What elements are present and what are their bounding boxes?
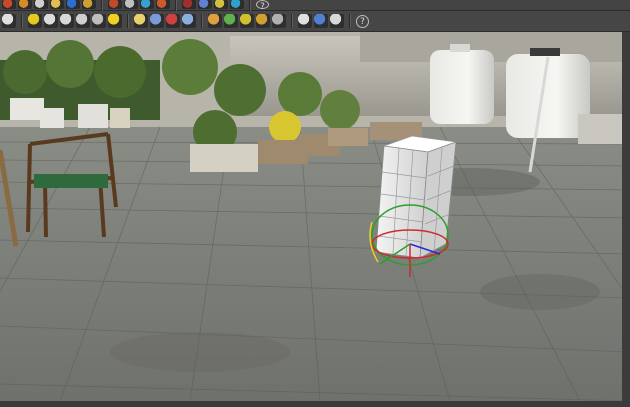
toolbar-separator (291, 14, 293, 28)
help-icon[interactable]: ? (356, 14, 369, 28)
toolbar-separator (127, 14, 129, 28)
sphere-icon[interactable] (44, 14, 58, 28)
main-toolbar: ? (0, 11, 630, 32)
curve-editor-icon[interactable] (298, 14, 312, 28)
material-editor-icon[interactable] (208, 14, 222, 28)
help-icon[interactable]: ? (256, 0, 269, 12)
helper-icon[interactable] (150, 14, 164, 28)
toolbar-separator (349, 14, 351, 28)
top-toolbar: ? (0, 0, 630, 12)
select-object-icon[interactable] (66, 0, 80, 9)
bench (578, 114, 624, 144)
cone-icon[interactable] (92, 14, 106, 28)
rectangular-selection-icon[interactable] (108, 0, 122, 9)
building-top (360, 32, 630, 62)
scale-icon[interactable] (156, 0, 170, 9)
systems-icon[interactable] (182, 14, 196, 28)
viewport-frame-right (622, 32, 630, 401)
move-icon[interactable] (124, 0, 138, 9)
bind-space-warp-icon[interactable] (34, 0, 48, 9)
environment-icon[interactable] (272, 14, 286, 28)
status-bar (0, 401, 630, 407)
render-icon[interactable] (256, 14, 270, 28)
space-warp-icon[interactable] (166, 14, 180, 28)
toolbar-separator (21, 14, 23, 28)
perspective-viewport[interactable] (0, 32, 630, 401)
camera-icon[interactable] (134, 14, 148, 28)
box-icon[interactable] (28, 14, 42, 28)
select-by-name-icon[interactable] (82, 0, 96, 9)
app-window: ? ? (0, 0, 630, 407)
select-filter-icon[interactable] (50, 0, 64, 9)
schematic-view-icon[interactable] (314, 14, 328, 28)
layer-icon[interactable] (230, 0, 244, 9)
layers-icon[interactable] (330, 14, 344, 28)
rotate-icon[interactable] (140, 0, 154, 9)
mirror-icon[interactable] (198, 0, 212, 9)
main-toolbar-icons: ? (0, 14, 369, 28)
snap-icon[interactable] (182, 0, 196, 9)
selected-box-object[interactable] (375, 135, 457, 259)
viewport-scene (0, 32, 630, 401)
floor-tiles (0, 127, 630, 401)
torus-icon[interactable] (76, 14, 90, 28)
unlink-icon[interactable] (18, 0, 32, 9)
water-tank-left (430, 44, 494, 124)
rendered-frame-icon[interactable] (240, 14, 254, 28)
toolbar-separator (201, 14, 203, 28)
light-icon[interactable] (108, 14, 122, 28)
create-panel-icon[interactable] (2, 14, 16, 28)
align-icon[interactable] (214, 0, 228, 9)
cylinder-icon[interactable] (60, 14, 74, 28)
render-setup-icon[interactable] (224, 14, 238, 28)
link-icon[interactable] (2, 0, 16, 9)
